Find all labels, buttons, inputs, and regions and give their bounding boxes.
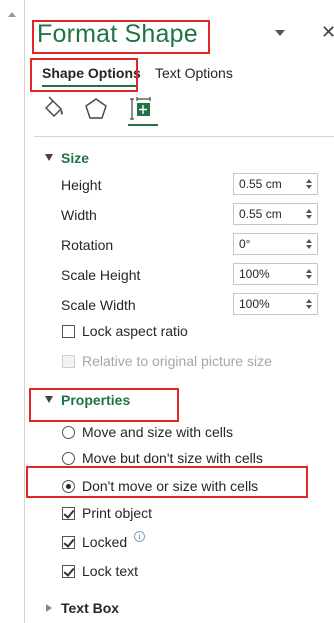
pane-divider <box>34 136 334 137</box>
radio-move-and-size[interactable] <box>62 426 75 439</box>
lock-text-checkbox[interactable] <box>62 565 75 578</box>
spin-up-icon[interactable] <box>306 179 312 183</box>
active-icon-underline <box>128 124 158 126</box>
relative-original-label: Relative to original picture size <box>82 353 272 369</box>
scale-height-spinner[interactable]: 100% <box>233 263 318 285</box>
move-and-size-label[interactable]: Move and size with cells <box>82 424 233 440</box>
height-value[interactable]: 0.55 cm <box>239 177 282 191</box>
width-spinner[interactable]: 0.55 cm <box>233 203 318 225</box>
option-highlight-box <box>26 466 308 498</box>
locked-label[interactable]: Locked <box>82 534 127 550</box>
rotation-value[interactable]: 0° <box>239 237 250 251</box>
width-value[interactable]: 0.55 cm <box>239 207 282 221</box>
spin-down-icon[interactable] <box>306 215 312 219</box>
effects-pentagon-icon[interactable] <box>83 96 109 122</box>
height-label: Height <box>61 177 102 193</box>
fill-line-icon[interactable] <box>41 96 67 122</box>
textbox-section-header[interactable]: Text Box <box>61 600 119 616</box>
scale-height-label: Scale Height <box>61 267 141 283</box>
spin-up-icon[interactable] <box>306 239 312 243</box>
format-shape-pane: Format Shape ✕ Shape Options Text Option… <box>25 0 334 623</box>
scale-width-label: Scale Width <box>61 297 136 313</box>
scale-width-spinner[interactable]: 100% <box>233 293 318 315</box>
tab-text-options[interactable]: Text Options <box>155 65 233 81</box>
close-icon[interactable]: ✕ <box>321 22 334 43</box>
locked-checkbox[interactable] <box>62 536 75 549</box>
rotation-label: Rotation <box>61 237 114 253</box>
scale-width-value[interactable]: 100% <box>239 297 270 311</box>
title-highlight-box <box>32 20 210 54</box>
info-icon[interactable]: i <box>134 531 145 542</box>
scroll-up-icon[interactable] <box>8 12 16 17</box>
print-object-label[interactable]: Print object <box>82 505 152 521</box>
left-scrollbar[interactable] <box>0 0 25 623</box>
check-icon <box>63 565 75 577</box>
spin-down-icon[interactable] <box>306 275 312 279</box>
spin-up-icon[interactable] <box>306 269 312 273</box>
radio-move-dont-size[interactable] <box>62 452 75 465</box>
spin-down-icon[interactable] <box>306 185 312 189</box>
spin-up-icon[interactable] <box>306 299 312 303</box>
task-pane-options-icon[interactable] <box>275 30 285 36</box>
move-dont-size-label[interactable]: Move but don't size with cells <box>82 450 263 466</box>
check-icon <box>63 507 75 519</box>
scale-height-value[interactable]: 100% <box>239 267 270 281</box>
spin-down-icon[interactable] <box>306 245 312 249</box>
size-section-header[interactable]: Size <box>61 150 89 166</box>
expand-textbox-icon[interactable] <box>46 604 52 612</box>
active-tab-underline <box>42 85 136 87</box>
rotation-spinner[interactable]: 0° <box>233 233 318 255</box>
lock-aspect-label[interactable]: Lock aspect ratio <box>82 323 188 339</box>
print-object-checkbox[interactable] <box>62 507 75 520</box>
lock-text-label[interactable]: Lock text <box>82 563 138 579</box>
size-properties-icon[interactable] <box>129 96 155 122</box>
lock-aspect-checkbox[interactable] <box>62 325 75 338</box>
spin-up-icon[interactable] <box>306 209 312 213</box>
height-spinner[interactable]: 0.55 cm <box>233 173 318 195</box>
relative-original-checkbox <box>62 355 75 368</box>
collapse-size-icon[interactable] <box>45 154 53 161</box>
spin-down-icon[interactable] <box>306 305 312 309</box>
width-label: Width <box>61 207 97 223</box>
check-icon <box>63 536 75 548</box>
properties-highlight-box <box>29 388 179 422</box>
